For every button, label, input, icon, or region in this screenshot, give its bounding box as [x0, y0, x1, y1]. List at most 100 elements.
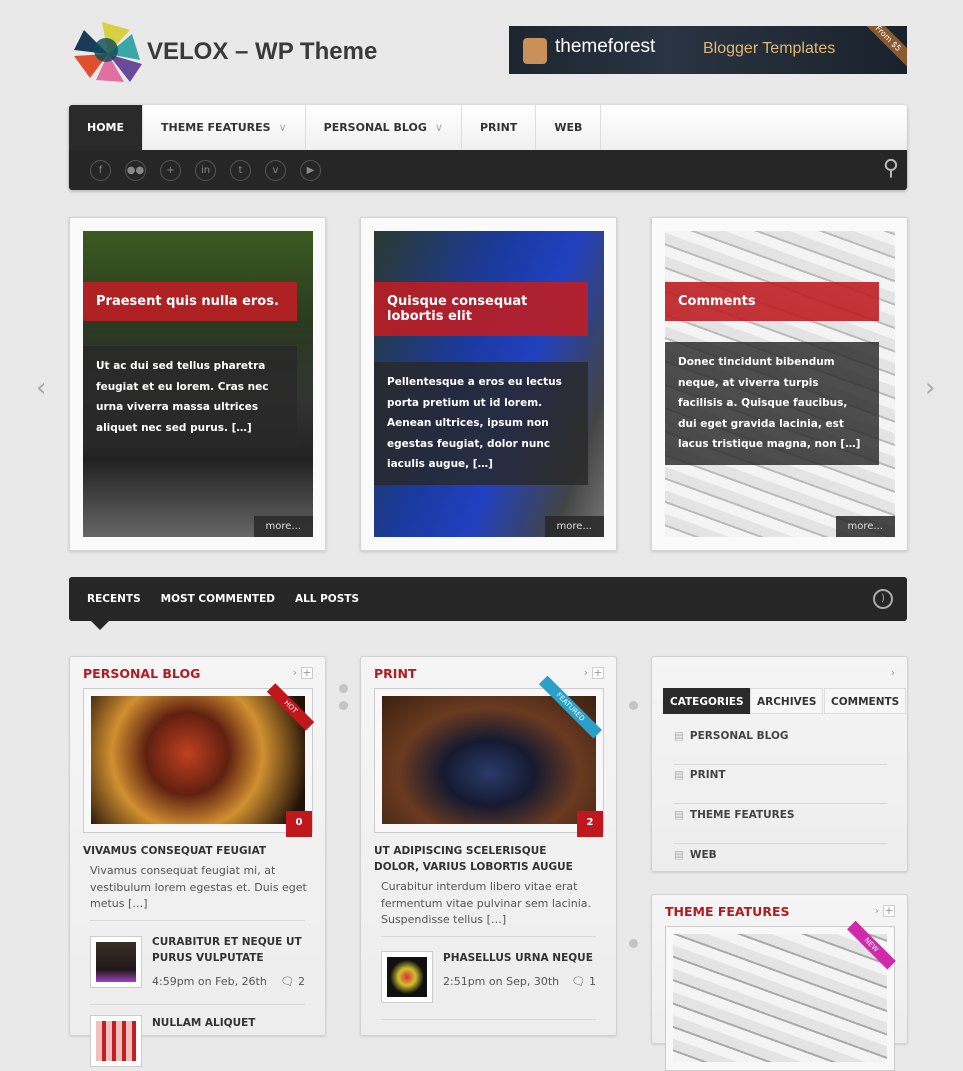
main-navigation: HOME THEME FEATURES ∨ PERSONAL BLOG ∨ PRIN… [69, 105, 907, 190]
slide-title[interactable]: Quisque consequat lobortis elit [374, 282, 588, 336]
widget-title[interactable]: PERSONAL BLOG [83, 666, 200, 681]
nav-theme-features[interactable]: THEME FEATURES ∨ [143, 105, 306, 150]
chevron-down-icon: ∨ [278, 121, 287, 134]
more-button[interactable]: more... [835, 516, 895, 537]
chevron-right-icon[interactable]: › [584, 666, 588, 679]
post-thumbnail[interactable] [90, 1015, 142, 1067]
post-title[interactable]: VIVAMUS CONSEQUAT FEUGIAT [83, 843, 266, 859]
nav-personal-blog[interactable]: PERSONAL BLOG ∨ [306, 105, 462, 150]
nav-home[interactable]: HOME [69, 105, 144, 150]
google-icon[interactable]: + [160, 160, 181, 181]
ad-banner[interactable]: themeforest Blogger Templates From $5 [509, 26, 907, 74]
timeline-dot [629, 701, 638, 710]
slide-excerpt: Pellentesque a eros eu lectus porta pret… [374, 362, 588, 485]
comment-count: 🗨 2 [281, 975, 305, 988]
nav-label: HOME [87, 121, 125, 134]
site-logo[interactable] [72, 20, 144, 82]
chevron-right-icon[interactable]: › [875, 904, 879, 917]
search-icon[interactable]: ⚲ [883, 156, 899, 181]
post-excerpt: Curabitur interdum libero vitae erat fer… [381, 880, 591, 926]
expand-icon[interactable]: + [301, 667, 313, 679]
chevron-down-icon: ∨ [434, 121, 443, 134]
post-date: 4:59pm on Feb, 26th [152, 975, 267, 988]
divider [381, 936, 596, 937]
slide-image: Comments Donec tincidunt bibendum neque,… [665, 231, 895, 537]
linkedin-icon[interactable]: in [195, 160, 216, 181]
post-title[interactable]: UT ADIPISCING SCELERISQUE DOLOR, VARIUS … [374, 843, 594, 875]
active-tab-indicator [91, 621, 109, 630]
tab-most-commented[interactable]: MOST COMMENTED [161, 593, 275, 605]
nav-label: PERSONAL BLOG [323, 121, 427, 134]
vimeo-icon[interactable]: v [265, 160, 286, 181]
widget-title[interactable]: PRINT [374, 666, 416, 681]
print-widget: PRINT › + FEATURED 2 UT ADIPISCING SCELER… [360, 656, 617, 1036]
slide-image: Quisque consequat lobortis elit Pellente… [374, 231, 604, 537]
tab-archives[interactable]: ARCHIVES [750, 688, 824, 714]
tab-categories[interactable]: CATEGORIES [663, 688, 751, 714]
widget-title[interactable]: THEME FEATURES [665, 904, 789, 919]
category-item[interactable]: ▤ PRINT [674, 765, 887, 804]
tab-comments[interactable]: COMMENTS [824, 688, 907, 714]
category-item[interactable]: ▤ PERSONAL BLOG [674, 726, 887, 765]
nav-print[interactable]: PRINT [462, 105, 537, 150]
post-excerpt: Vivamus consequat feugiat mi, at vestibu… [90, 864, 307, 910]
twitter-icon[interactable]: t [230, 160, 251, 181]
nav-label: PRINT [479, 121, 518, 134]
slide-card[interactable]: Praesent quis nulla eros. Ut ac dui sed … [69, 217, 326, 551]
nav-label: WEB [554, 121, 583, 134]
timeline-dot [339, 684, 348, 693]
slide-card[interactable]: Quisque consequat lobortis elit Pellente… [360, 217, 617, 551]
more-button[interactable]: more... [253, 516, 313, 537]
timeline-dot [629, 939, 638, 948]
slide-card[interactable]: Comments Donec tincidunt bibendum neque,… [651, 217, 908, 551]
post-thumbnail[interactable] [381, 951, 433, 1003]
tab-recents[interactable]: RECENTS [87, 593, 141, 605]
slide-excerpt: Ut ac dui sed tellus pharetra feugiat et… [83, 346, 297, 448]
document-icon: ▤ [674, 809, 684, 821]
banner-brand: themeforest [555, 36, 656, 57]
nav-web[interactable]: WEB [536, 105, 602, 150]
facebook-icon[interactable]: f [90, 160, 111, 181]
featured-image[interactable]: HOT 0 [83, 683, 315, 837]
slider-next-button[interactable]: › [925, 373, 935, 403]
category-item[interactable]: ▤ WEB [674, 845, 887, 884]
post-title[interactable]: CURABITUR ET NEQUE UT PURUS VULPUTATE [152, 934, 312, 966]
slide-title[interactable]: Praesent quis nulla eros. [83, 282, 297, 321]
banner-tagline: Blogger Templates [703, 40, 836, 57]
featured-image[interactable]: NEW [665, 920, 896, 1071]
comment-count-badge[interactable]: 2 [577, 811, 603, 837]
comment-count-badge[interactable]: 0 [286, 811, 312, 837]
expand-icon[interactable]: + [883, 905, 895, 917]
theme-features-widget: THEME FEATURES › + NEW [651, 894, 908, 1071]
youtube-icon[interactable]: ▶ [300, 160, 321, 181]
featured-image[interactable]: FEATURED 2 [374, 675, 604, 837]
divider [90, 920, 305, 921]
tab-all-posts[interactable]: ALL POSTS [295, 593, 359, 605]
post-title[interactable]: NULLAM ALIQUET [152, 1015, 255, 1031]
category-item[interactable]: ▤ THEME FEATURES [674, 805, 887, 844]
chevron-right-icon[interactable]: › [293, 666, 297, 679]
timeline-dot [339, 701, 348, 710]
banner-badge: From $5 [861, 26, 907, 66]
category-label: PERSONAL BLOG [689, 730, 789, 742]
comment-icon: 🗨 [280, 975, 295, 988]
post-date: 2:51pm on Sep, 30th [443, 975, 560, 988]
more-button[interactable]: more... [544, 516, 604, 537]
post-thumbnail[interactable] [90, 936, 142, 988]
rss-icon[interactable]: ) [873, 589, 893, 609]
chevron-right-icon[interactable]: › [891, 666, 895, 679]
slide-title[interactable]: Comments [665, 282, 879, 321]
posts-tabbar: RECENTS MOST COMMENTED ALL POSTS ) [69, 577, 907, 630]
personal-blog-widget: PERSONAL BLOG › + HOT 0 VIVAMUS CONSEQUAT… [69, 656, 326, 1067]
expand-icon[interactable]: + [592, 667, 604, 679]
site-title[interactable]: VELOX – WP Theme [147, 38, 377, 66]
document-icon: ▤ [674, 730, 684, 742]
comment-count-value: 2 [298, 975, 305, 988]
slider-prev-button[interactable]: ‹ [36, 373, 46, 403]
document-icon: ▤ [674, 769, 684, 781]
flickr-icon[interactable]: ●● [125, 160, 146, 181]
nav-label: THEME FEATURES [161, 121, 271, 134]
post-title[interactable]: PHASELLUS URNA NEQUE [443, 950, 593, 966]
slide-excerpt: Donec tincidunt bibendum neque, at viver… [665, 342, 879, 465]
themeforest-logo-icon [523, 38, 547, 64]
